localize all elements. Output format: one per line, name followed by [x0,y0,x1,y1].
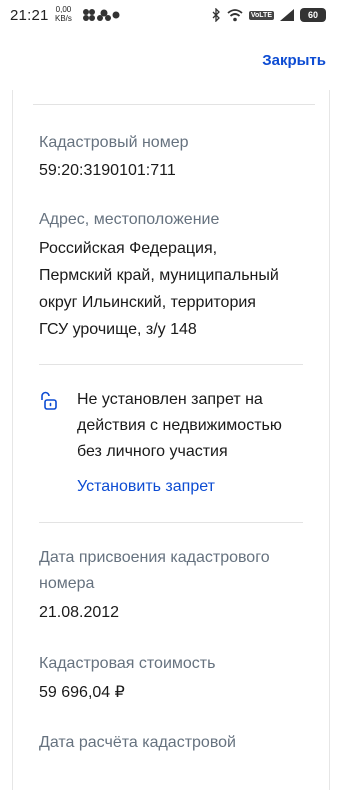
battery-icon: 60 [300,8,326,22]
assign-date-label-line-1: Дата присвоения кадастрового [39,549,270,566]
address-line-3: округ Ильинский, территория [39,294,256,311]
cadastral-number-label: Кадастровый номер [39,134,189,151]
cadastral-number-value: 59:20:3190101:711 [39,162,176,179]
assign-date-value: 21.08.2012 [39,604,120,621]
network-speed-unit: KB/s [55,14,72,23]
status-bar: 21:21 0,00 KB/s VoLTE 60 [0,0,340,32]
status-right: VoLTE 60 [211,8,326,22]
cadastral-cost-value: 59 696,04 ₽ [39,684,125,701]
card-top-divider [33,104,315,105]
cadastral-cost-label: Кадастровая стоимость [39,655,216,672]
section-divider [39,364,303,365]
address-line-4: ГСУ урочище, з/у 148 [39,321,197,338]
network-speed-value: 0,00 [55,5,72,14]
address-line-1: Российская Федерация, [39,240,218,257]
ban-status-line-1: Не установлен запрет на [77,391,263,408]
open-lock-icon [41,391,57,410]
status-time: 21:21 [10,7,49,24]
address-line-2: Пермский край, муниципальный [39,267,279,284]
ban-status-line-3: без личного участия [77,443,228,460]
network-speed: 0,00 KB/s [55,5,72,23]
ban-status-text: Не установлен запрет на действия с недви… [77,387,317,465]
bluetooth-icon [212,8,220,22]
section-divider [39,522,303,523]
assign-date-label-line-2: номера [39,575,95,592]
property-details-card: Кадастровый номер 59:20:3190101:711 Адре… [12,90,330,790]
address-label: Адрес, местоположение [39,211,220,228]
notification-dots-icon [83,9,120,21]
volte-badge: VoLTE [248,10,274,20]
ban-status-line-2: действия с недвижимостью [77,417,282,434]
signal-icon [280,9,294,21]
wifi-icon [227,8,243,21]
calc-date-label: Дата расчёта кадастровой [39,734,236,751]
top-bar: Закрыть [0,32,340,90]
set-ban-link[interactable]: Установить запрет [77,475,215,499]
close-button[interactable]: Закрыть [262,52,326,69]
notification-icons [82,8,122,22]
